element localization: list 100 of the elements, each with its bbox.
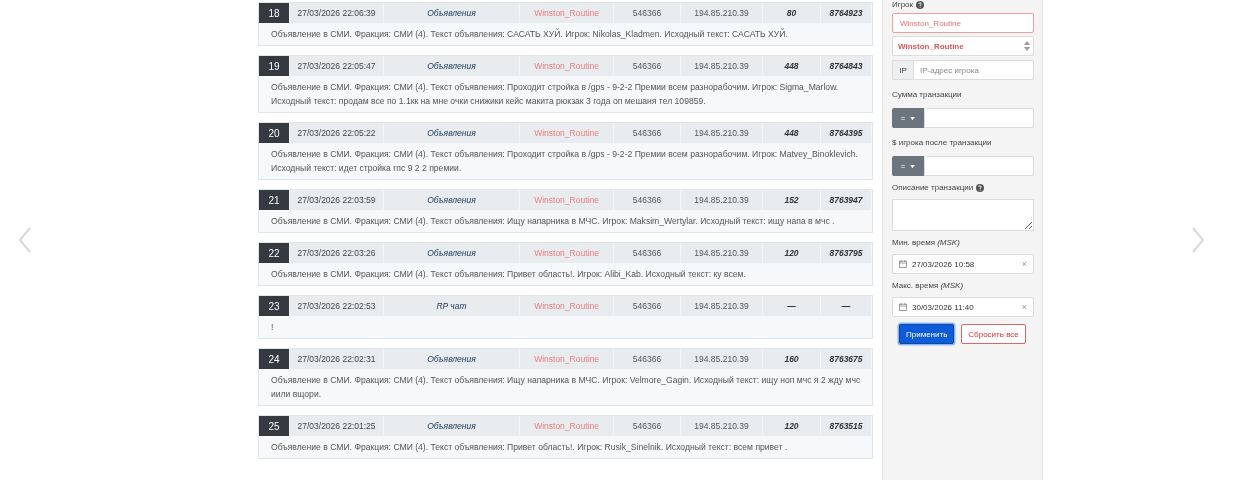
table-cell: 546366 xyxy=(614,296,681,316)
table-cell: 546366 xyxy=(614,56,681,76)
table-cell: 8764395 xyxy=(821,123,872,143)
reset-button[interactable]: Сбросить все xyxy=(961,324,1026,344)
ip-field[interactable]: IP-адрес игрока xyxy=(913,60,1034,80)
field-label: Описание транзакции xyxy=(892,183,974,192)
field-label: Игрок xyxy=(892,0,914,9)
table-cell: 120 xyxy=(763,416,821,436)
log-message: Объявление в СМИ. Фракция: СМИ (4). Текст объявления: Привет область!. Игрок: Alibi_Kab. Исходный текст: ку всем. xyxy=(270,268,747,281)
table-cell: Объявления xyxy=(384,190,520,210)
table-cell: 448 xyxy=(763,123,821,143)
player-input[interactable]: Winston_Routine xyxy=(892,13,1034,33)
table-cell: 194.85.210.39 xyxy=(681,243,763,263)
table-cell: Объявления xyxy=(384,243,520,263)
table-cell: RP чат xyxy=(384,296,520,316)
description-field[interactable] xyxy=(892,199,1034,231)
table-cell: Winston_Routine xyxy=(520,56,614,76)
table-cell: 27/03/2026 22:06:39 xyxy=(290,3,384,23)
table-cell: Winston_Routine xyxy=(520,349,614,369)
table-cell: 8764923 xyxy=(821,3,872,23)
table-cell: Winston_Routine xyxy=(520,416,614,436)
table-cell: 194.85.210.39 xyxy=(681,349,763,369)
calendar-icon xyxy=(899,303,907,311)
table-cell: 160 xyxy=(763,349,821,369)
input-addon: IP xyxy=(892,60,913,80)
table-cell: Winston_Routine xyxy=(520,190,614,210)
operator-dropdown[interactable]: = xyxy=(892,108,924,128)
table-cell: 194.85.210.39 xyxy=(681,3,763,23)
row-number: 23 xyxy=(259,296,290,316)
date-field[interactable]: 30/03/2026 11:40 × xyxy=(892,297,1034,317)
chevron-left-icon[interactable] xyxy=(18,227,32,253)
log-message: Объявление в СМИ. Фракция: СМИ (4). Текст объявления: Ищу напарника в МЧС. Игрок: Maksim_Wertylar. Исходный текст: ищу напа в мчс . xyxy=(270,215,836,228)
table-cell: 8764843 xyxy=(821,56,872,76)
calendar-icon xyxy=(899,260,907,268)
row-number: 25 xyxy=(259,416,290,436)
log-message: ! xyxy=(270,321,275,334)
table-cell: 27/03/2026 22:05:22 xyxy=(290,123,384,143)
table-cell: 8763675 xyxy=(821,349,872,369)
spinner-icon xyxy=(1024,40,1030,52)
table-cell: 8763795 xyxy=(821,243,872,263)
log-message: Объявление в СМИ. Фракция: СМИ (4). Текст объявления: Привет область!. Игрок: Rusik_Sinelnik. Исходный текст: всем привет . xyxy=(270,441,789,454)
table-cell: Winston_Routine xyxy=(520,243,614,263)
table-cell: — xyxy=(821,296,872,316)
log-message: Объявление в СМИ. Фракция: СМИ (4). Текст объявления: Проходит стройка в /gps - 9-2-2 Премии всем разнорабочим. Игрок: Sigma_Marlow. Исходный текст: продам все по 1.1кк на мне очки снижики кейс макита рюкзак 3 года оп мешаня тел 109859. xyxy=(270,81,840,108)
table-cell: 80 xyxy=(763,3,821,23)
table-cell: — xyxy=(763,296,821,316)
player-select[interactable]: Winston_Routine xyxy=(892,36,1034,56)
table-cell: 194.85.210.39 xyxy=(681,296,763,316)
table-cell: Объявления xyxy=(384,3,520,23)
log-message: Объявление в СМИ. Фракция: СМИ (4). Текст объявления: Проходит стройка в /gps - 9-2-2 Премии всем разнорабочим. Игрок: Matvey_Binoklevich. Исходный текст: идет стройка гпс 9 2 2 премии. xyxy=(270,148,859,175)
clear-button[interactable]: × xyxy=(1021,259,1027,269)
table-cell: Объявления xyxy=(384,416,520,436)
row-number: 19 xyxy=(259,56,290,76)
clear-button[interactable]: × xyxy=(1021,302,1027,312)
log-message: Объявление в СМИ. Фракция: СМИ (4). Текст объявления: САСАТЬ ХУЙ. Игрок: Nikolas_Kladmen. Исходный текст: САСАТЬ ХУЙ. xyxy=(270,27,789,41)
table-cell: 194.85.210.39 xyxy=(681,190,763,210)
table-cell: 546366 xyxy=(614,190,681,210)
date-field[interactable]: 27/03/2026 10:58 × xyxy=(892,254,1034,274)
log-message: Объявление в СМИ. Фракция: СМИ (4). Текст объявления: Ищу напарника в МЧС. Игрок: Velmore_Gagin. Исходный текст: ищу ноп мчс я 2 жду мчс иили вщори. xyxy=(270,374,862,401)
table-cell: 27/03/2026 22:03:26 xyxy=(290,243,384,263)
table-cell: Объявления xyxy=(384,56,520,76)
row-number: 20 xyxy=(259,123,290,143)
table-cell: 546366 xyxy=(614,123,681,143)
field-label: Мин. время (MSK) xyxy=(892,238,960,247)
table-cell: Winston_Routine xyxy=(520,3,614,23)
amount-field[interactable] xyxy=(924,156,1034,176)
table-cell: 27/03/2026 22:05:47 xyxy=(290,56,384,76)
table-cell: 8763947 xyxy=(821,190,872,210)
field-label: Макс. время (MSK) xyxy=(892,281,964,290)
field-label: Сумма транзакции xyxy=(892,90,962,99)
caret-icon xyxy=(910,116,916,120)
operator-dropdown[interactable]: = xyxy=(892,156,924,176)
amount-field[interactable] xyxy=(924,108,1034,128)
table-cell: Winston_Routine xyxy=(520,123,614,143)
table-cell: 8763515 xyxy=(821,416,872,436)
table-cell: Объявления xyxy=(384,123,520,143)
table-cell: Winston_Routine xyxy=(520,296,614,316)
field-label: $ игрока после транзакции xyxy=(892,138,992,147)
apply-button[interactable]: Применить xyxy=(899,324,955,344)
table-cell: 27/03/2026 22:02:31 xyxy=(290,349,384,369)
table-cell: 194.85.210.39 xyxy=(681,123,763,143)
table-cell: 152 xyxy=(763,190,821,210)
caret-icon xyxy=(910,164,916,168)
row-number: 21 xyxy=(259,190,290,210)
table-cell: 546366 xyxy=(614,416,681,436)
row-number: 24 xyxy=(259,349,290,369)
table-cell: 546366 xyxy=(614,3,681,23)
row-number: 22 xyxy=(259,243,290,263)
row-number: 18 xyxy=(259,3,290,23)
table-cell: Объявления xyxy=(384,349,520,369)
table-cell: 27/03/2026 22:01:25 xyxy=(290,416,384,436)
table-cell: 194.85.210.39 xyxy=(681,416,763,436)
chevron-right-icon[interactable] xyxy=(1191,227,1205,253)
table-cell: 120 xyxy=(763,243,821,263)
table-cell: 27/03/2026 22:03:59 xyxy=(290,190,384,210)
table-cell: 448 xyxy=(763,56,821,76)
table-cell: 546366 xyxy=(614,243,681,263)
table-cell: 27/03/2026 22:02:53 xyxy=(290,296,384,316)
table-cell: 546366 xyxy=(614,349,681,369)
table-cell: 194.85.210.39 xyxy=(681,56,763,76)
